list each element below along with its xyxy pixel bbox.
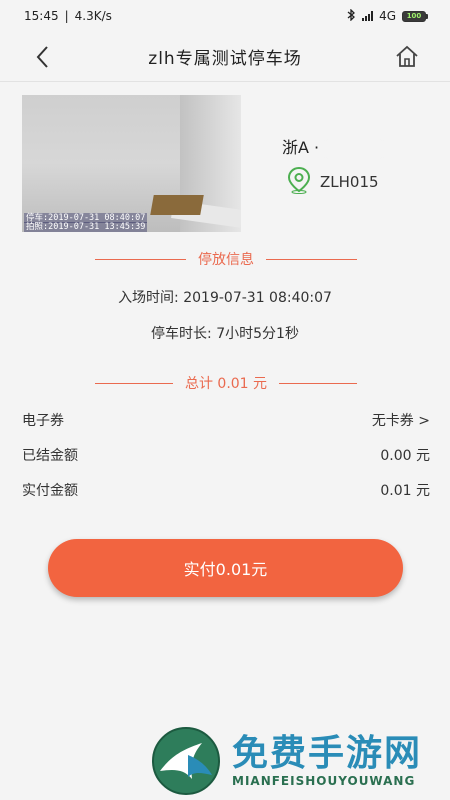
total-label: 总计 0.01 元 [184, 376, 268, 392]
signal-icon [362, 11, 374, 21]
total-divider: 总计 0.01 元 [95, 373, 358, 393]
photo-stamp-capture: 拍照:2019-07-31 13:45:39 [24, 222, 148, 232]
duration-line: 停车时长: 7小时5分1秒 [0, 323, 450, 343]
vehicle-photo[interactable]: 停车:2019-07-31 08:40:07 拍照:2019-07-31 13:… [22, 95, 241, 232]
status-speed: 4.3K/s [74, 9, 112, 23]
bluetooth-icon [347, 7, 356, 24]
battery-icon: 100 [402, 10, 428, 22]
page-title: zlh专属测试停车场 [148, 49, 302, 69]
settled-label: 已结金额 [22, 448, 78, 464]
status-bar: 15:45 | 4.3K/s 4G 100 [0, 0, 450, 32]
actual-paid-value: 0.01 元 [380, 483, 430, 499]
back-arrow-icon[interactable] [30, 44, 56, 70]
coupon-row[interactable]: 电子券 无卡券 > [22, 408, 430, 432]
watermark-text: 免费手游网 MIANFEISHOUYOUWANG [232, 733, 423, 789]
network-type: 4G [379, 9, 396, 23]
status-right: 4G 100 [347, 7, 428, 24]
duration-label: 停车时长: [151, 326, 212, 342]
plate-prefix: 浙A · [282, 138, 320, 157]
status-separator: | [64, 9, 69, 23]
settled-row: 已结金额 0.00 元 [22, 443, 430, 467]
watermark-logo [150, 725, 222, 797]
watermark-subtitle: MIANFEISHOUYOUWANG [232, 774, 416, 788]
entry-time-label: 入场时间: [118, 290, 179, 306]
entry-time-value: 2019-07-31 08:40:07 [183, 290, 332, 306]
nav-bar: zlh专属测试停车场 [0, 32, 450, 82]
parking-info-title: 停放信息 [198, 252, 254, 268]
duration-value: 7小时5分1秒 [216, 326, 299, 342]
watermark-title: 免费手游网 [232, 733, 423, 774]
home-icon[interactable] [394, 44, 420, 70]
settled-value: 0.00 元 [380, 448, 430, 464]
coupon-label: 电子券 [22, 413, 64, 429]
plate-number: 浙A · [282, 134, 385, 158]
actual-paid-label: 实付金额 [22, 483, 78, 499]
watermark: 免费手游网 MIANFEISHOUYOUWANG [150, 725, 422, 797]
status-left: 15:45 | 4.3K/s [24, 9, 112, 23]
entry-time-line: 入场时间: 2019-07-31 08:40:07 [0, 287, 450, 307]
coupon-value[interactable]: 无卡券 > [372, 410, 430, 430]
actual-paid-row: 实付金额 0.01 元 [22, 478, 430, 502]
pay-button[interactable]: 实付0.01元 [48, 539, 403, 597]
parking-info-divider: 停放信息 [95, 249, 357, 269]
photo-box [150, 195, 204, 215]
location-pin-icon [286, 166, 312, 198]
lot-row: ZLH015 [286, 166, 379, 198]
battery-level: 100 [402, 10, 426, 22]
plate-mask [324, 142, 385, 155]
status-time: 15:45 [24, 9, 59, 23]
lot-code: ZLH015 [320, 173, 379, 191]
